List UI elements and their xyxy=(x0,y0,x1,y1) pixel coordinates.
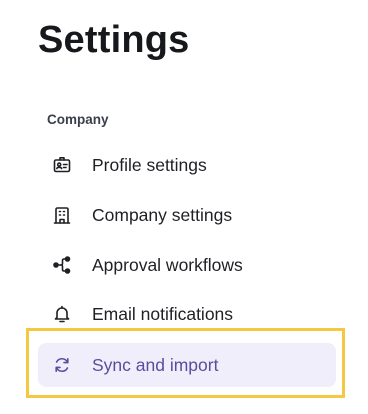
sidebar-item-label: Company settings xyxy=(92,205,233,225)
sidebar-item-label: Profile settings xyxy=(92,155,207,175)
workflow-branch-icon xyxy=(52,255,72,275)
bell-icon xyxy=(52,304,72,324)
sync-icon xyxy=(52,355,72,375)
sidebar-item-label: Approval workflows xyxy=(92,255,243,275)
building-icon xyxy=(52,205,72,225)
section-label-company: Company xyxy=(47,112,109,127)
sidebar-item-profile-settings[interactable]: Profile settings xyxy=(38,143,336,187)
sidebar-item-email-notifications[interactable]: Email notifications xyxy=(38,292,336,336)
sidebar-item-company-settings[interactable]: Company settings xyxy=(38,193,336,237)
id-badge-icon xyxy=(52,155,72,175)
page-title: Settings xyxy=(38,19,190,61)
sidebar-item-sync-and-import[interactable]: Sync and import xyxy=(38,343,336,387)
sidebar-item-label: Email notifications xyxy=(92,304,234,324)
sidebar-item-approval-workflows[interactable]: Approval workflows xyxy=(38,243,336,287)
sidebar-item-label: Sync and import xyxy=(92,355,219,375)
